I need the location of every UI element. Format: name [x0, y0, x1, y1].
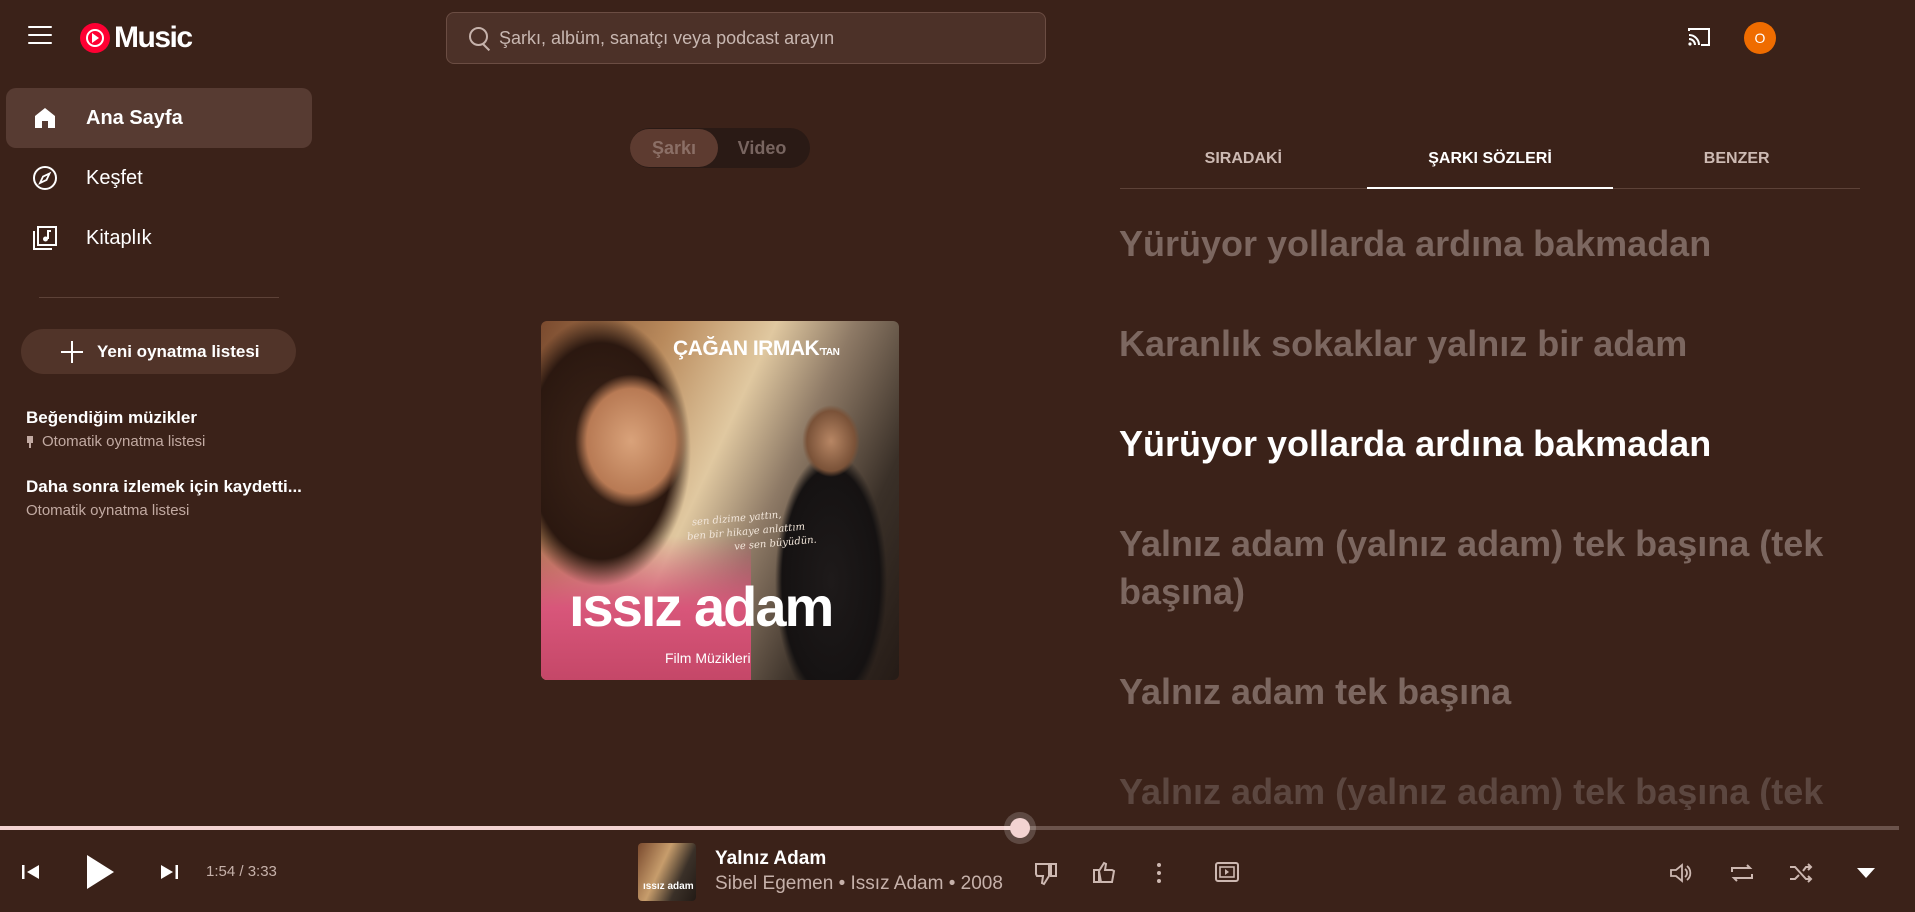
track-album[interactable]: Issız Adam	[851, 873, 944, 894]
sidebar-item-home[interactable]: Ana Sayfa	[6, 88, 312, 148]
playlist-watch-later[interactable]: Daha sonra izlemek için kaydetti... Otom…	[26, 477, 302, 519]
cast-icon[interactable]	[1686, 26, 1712, 48]
expand-player-chevron-icon[interactable]	[1856, 866, 1876, 885]
playlist-title: Daha sonra izlemek için kaydetti...	[26, 477, 302, 496]
library-icon	[32, 225, 58, 251]
previous-track-icon[interactable]	[20, 862, 42, 887]
time-display: 1:54 / 3:33	[206, 863, 277, 880]
playlist-title: Beğendiğim müzikler	[26, 408, 197, 427]
sidebar-item-label: Kitaplık	[86, 226, 152, 249]
progress-fill	[0, 826, 1020, 830]
progress-handle[interactable]	[1009, 818, 1030, 838]
album-art-credit-suffix: 'TAN	[819, 347, 840, 358]
logo-text: Music	[114, 21, 193, 54]
hamburger-menu-icon[interactable]	[28, 26, 52, 46]
album-art-title: ıssız adam	[569, 575, 834, 638]
more-options-icon[interactable]	[1155, 862, 1163, 889]
lyric-line[interactable]: Yalnız adam (yalnız adam) tek başına (te…	[1119, 520, 1879, 616]
home-icon	[32, 105, 58, 131]
app-logo[interactable]: Music	[80, 20, 193, 56]
lyrics-panel[interactable]: Yürüyor yollarda ardına bakmadan Karanlı…	[1119, 220, 1879, 810]
sidebar-item-library[interactable]: Kitaplık	[6, 208, 312, 268]
sidebar-item-label: Ana Sayfa	[86, 106, 183, 129]
search-bar[interactable]	[446, 12, 1046, 64]
tab-related[interactable]: BENZER	[1613, 133, 1860, 188]
youtube-music-logo-icon	[80, 23, 110, 53]
search-icon[interactable]	[447, 13, 499, 63]
playlist-liked-music[interactable]: Beğendiğim müzikler Otomatik oynatma lis…	[26, 408, 302, 450]
lyric-line[interactable]: Yalnız adam tek başına	[1119, 668, 1879, 716]
sidebar-divider	[39, 297, 279, 298]
playlist-subtitle: Otomatik oynatma listesi	[26, 502, 302, 519]
album-art: ÇAĞAN IRMAK'TAN sen dizime yattın, ben b…	[541, 321, 899, 680]
progress-bar[interactable]	[0, 818, 1899, 838]
right-panel-tabs: SIRADAKİ ŞARKI SÖZLERİ BENZER	[1120, 133, 1860, 189]
playlist-subtitle-text: Otomatik oynatma listesi	[26, 502, 190, 519]
new-playlist-label: Yeni oynatma listesi	[97, 341, 260, 361]
track-artist[interactable]: Sibel Egemen	[715, 873, 833, 894]
dislike-icon[interactable]	[1033, 860, 1059, 891]
tab-up-next[interactable]: SIRADAKİ	[1120, 133, 1367, 188]
top-bar: Music O	[0, 0, 1915, 76]
search-input[interactable]	[499, 27, 1045, 49]
track-year: 2008	[960, 873, 1003, 894]
now-playing-thumbnail[interactable]: ıssız adam	[638, 843, 696, 901]
playlist-subtitle: Otomatik oynatma listesi	[26, 433, 302, 450]
miniplayer-icon[interactable]	[1214, 860, 1240, 889]
next-track-icon[interactable]	[158, 862, 180, 887]
tab-lyrics[interactable]: ŞARKI SÖZLERİ	[1366, 133, 1614, 189]
toggle-video[interactable]: Video	[718, 129, 806, 167]
lyric-line[interactable]: Karanlık sokaklar yalnız bir adam	[1119, 320, 1879, 368]
shuffle-icon[interactable]	[1787, 861, 1815, 890]
toggle-song[interactable]: Şarkı	[630, 129, 718, 167]
plus-icon	[61, 340, 83, 363]
lyric-line[interactable]: Yürüyor yollarda ardına bakmadan	[1119, 220, 1879, 268]
pin-icon	[26, 435, 34, 448]
meta-separator: •	[833, 873, 851, 894]
track-meta: Sibel Egemen • Issız Adam • 2008	[715, 873, 1003, 895]
thumbnail-text: ıssız adam	[643, 881, 694, 892]
explore-icon	[32, 165, 58, 191]
sidebar-item-label: Keşfet	[86, 166, 143, 189]
playlist-subtitle-text: Otomatik oynatma listesi	[42, 433, 206, 450]
meta-separator: •	[943, 873, 961, 894]
lyric-line-current[interactable]: Yürüyor yollarda ardına bakmadan	[1119, 420, 1879, 468]
like-icon[interactable]	[1091, 860, 1117, 891]
play-icon[interactable]	[84, 852, 116, 897]
track-title[interactable]: Yalnız Adam	[715, 848, 826, 870]
album-art-credit: ÇAĞAN IRMAK'TAN	[673, 337, 840, 361]
lyric-line[interactable]: Yalnız adam (yalnız adam) tek başına (te…	[1119, 768, 1879, 810]
album-art-credit-name: ÇAĞAN IRMAK	[673, 337, 820, 360]
sidebar-item-explore[interactable]: Keşfet	[6, 148, 312, 208]
new-playlist-button[interactable]: Yeni oynatma listesi	[21, 329, 296, 374]
song-video-toggle: Şarkı Video	[630, 128, 810, 168]
player-bar	[0, 828, 1915, 912]
album-art-subtitle: Film Müzikleri	[665, 650, 751, 666]
volume-icon[interactable]	[1668, 861, 1694, 890]
repeat-icon[interactable]	[1728, 861, 1756, 890]
account-avatar[interactable]: O	[1744, 22, 1776, 54]
